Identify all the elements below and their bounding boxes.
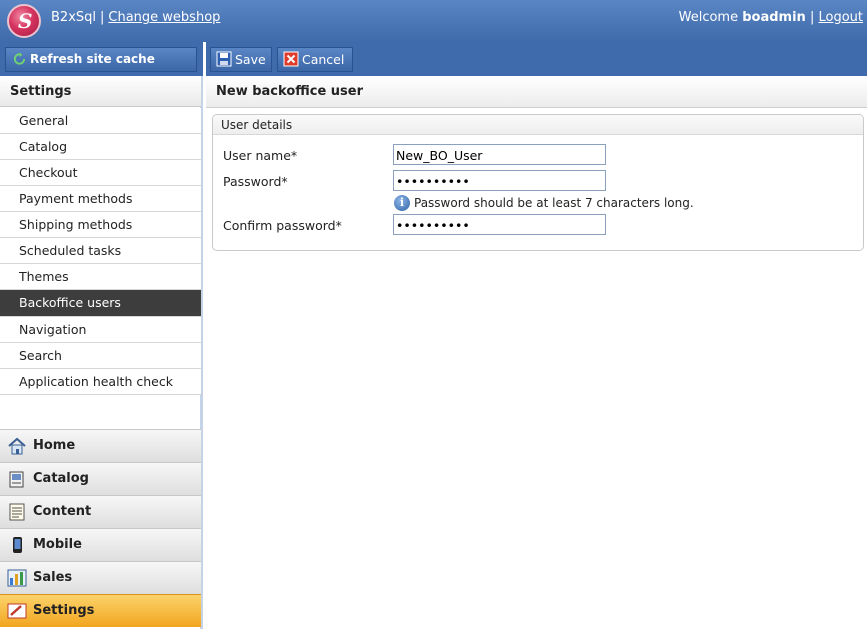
section-catalog[interactable]: Catalog bbox=[0, 462, 201, 495]
settings-menu: General Catalog Checkout Payment methods… bbox=[0, 108, 201, 395]
catalog-icon bbox=[9, 471, 24, 488]
password-hint: i Password should be at least 7 characte… bbox=[394, 195, 694, 211]
logo: S bbox=[7, 4, 41, 38]
username-field[interactable] bbox=[393, 144, 606, 165]
top-bar: S B2xSql | Change webshop Welcome boadmin … bbox=[0, 0, 867, 42]
main-toolbar: Save Cancel bbox=[206, 42, 867, 76]
sidebar-item-scheduled-tasks[interactable]: Scheduled tasks bbox=[0, 238, 201, 264]
cancel-button[interactable]: Cancel bbox=[277, 47, 353, 72]
sidebar-item-search[interactable]: Search bbox=[0, 343, 201, 369]
refresh-icon bbox=[13, 52, 26, 65]
sales-icon bbox=[7, 569, 27, 587]
confirm-password-label: Confirm password* bbox=[223, 218, 342, 233]
cancel-icon bbox=[283, 51, 299, 67]
sidebar-item-navigation[interactable]: Navigation bbox=[0, 317, 201, 343]
logout-link[interactable]: Logout bbox=[818, 10, 863, 25]
sidebar-item-payment-methods[interactable]: Payment methods bbox=[0, 186, 201, 212]
confirm-password-field[interactable] bbox=[393, 214, 606, 235]
section-home[interactable]: Home bbox=[0, 429, 201, 462]
save-button[interactable]: Save bbox=[210, 47, 272, 72]
brand: B2xSql | Change webshop bbox=[51, 10, 221, 25]
info-icon: i bbox=[394, 195, 410, 211]
user-details-panel: User details User name* Password* i Pass… bbox=[212, 114, 864, 251]
section-mobile[interactable]: Mobile bbox=[0, 528, 201, 561]
home-icon bbox=[8, 437, 26, 455]
section-content[interactable]: Content bbox=[0, 495, 201, 528]
sidebar-heading: Settings bbox=[0, 76, 201, 107]
welcome-area: Welcome boadmin | Logout bbox=[678, 10, 863, 25]
sidebar-item-general[interactable]: General bbox=[0, 108, 201, 134]
section-settings[interactable]: Settings bbox=[0, 594, 201, 627]
change-webshop-link[interactable]: Change webshop bbox=[108, 10, 220, 25]
refresh-site-cache-button[interactable]: Refresh site cache bbox=[5, 47, 197, 72]
sidebar-item-themes[interactable]: Themes bbox=[0, 264, 201, 290]
sidebar-item-catalog[interactable]: Catalog bbox=[0, 134, 201, 160]
mobile-icon bbox=[13, 537, 22, 553]
password-label: Password* bbox=[223, 174, 288, 189]
username: boadmin bbox=[742, 10, 806, 25]
app-name: B2xSql bbox=[51, 10, 96, 25]
sidebar-item-application-health-check[interactable]: Application health check bbox=[0, 369, 201, 395]
section-navigation: Home Catalog Content Mobile Sales Settin… bbox=[0, 429, 201, 627]
sidebar: Refresh site cache Settings General Cata… bbox=[0, 42, 203, 629]
password-field[interactable] bbox=[393, 170, 606, 191]
save-icon bbox=[216, 51, 232, 67]
sidebar-item-shipping-methods[interactable]: Shipping methods bbox=[0, 212, 201, 238]
panel-legend: User details bbox=[213, 115, 863, 135]
sidebar-item-backoffice-users[interactable]: Backoffice users bbox=[0, 290, 201, 317]
content-icon bbox=[9, 503, 25, 521]
username-label: User name* bbox=[223, 148, 298, 163]
sidebar-toolbar: Refresh site cache bbox=[0, 42, 203, 76]
sidebar-item-checkout[interactable]: Checkout bbox=[0, 160, 201, 186]
settings-icon bbox=[7, 603, 27, 619]
section-sales[interactable]: Sales bbox=[0, 561, 201, 594]
page-title: New backoffice user bbox=[206, 76, 867, 108]
